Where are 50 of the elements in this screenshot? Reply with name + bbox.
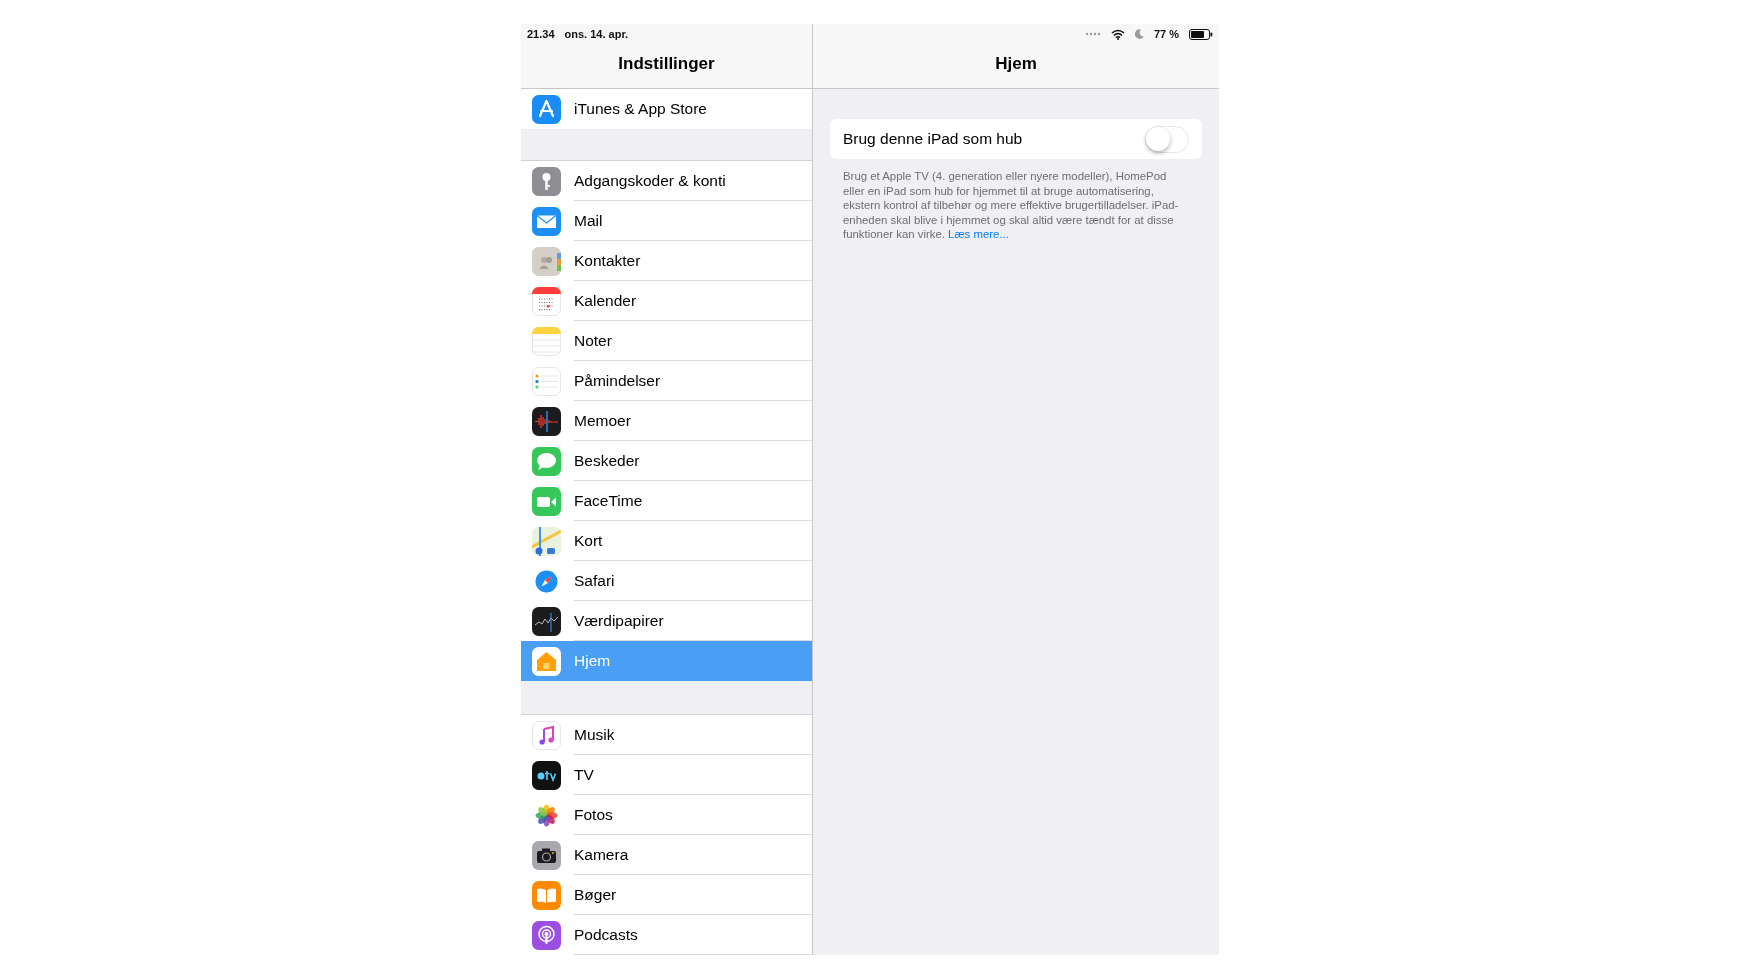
- map-icon: [532, 526, 561, 556]
- settings-item[interactable]: Podcasts: [521, 915, 812, 955]
- status-time: 21.34: [527, 28, 555, 40]
- battery-percent: 77 %: [1153, 28, 1179, 40]
- footer-text: Brug et Apple TV (4. generation eller nyere modeller), HomePod eller en iPad som hub for hjemmet til at bruge automatisering, ekstern kontrol af tilbehør og mere effektive brugertilladelser. iPad-enheden skal blive i hjemmet og skal altid være tændt for at disse funktioner kan virke. Læs mere...: [843, 169, 1180, 242]
- status-date: ons. 14. apr.: [564, 28, 629, 40]
- settings-item[interactable]: Adgangskoder & konti: [521, 161, 812, 201]
- book-icon: [532, 880, 561, 910]
- settings-item[interactable]: Værdipapirer: [521, 601, 812, 641]
- signal-icon: [1084, 32, 1101, 36]
- settings-item[interactable]: Kort: [521, 521, 812, 561]
- read-more-link[interactable]: Læs mere...: [948, 228, 1009, 241]
- camera-icon: [532, 840, 561, 870]
- detail-title: Hjem: [995, 54, 1037, 74]
- settings-item[interactable]: TV: [521, 755, 812, 795]
- house-icon: [532, 646, 561, 676]
- toggle-switch[interactable]: [1145, 125, 1189, 153]
- moon-icon: [1134, 29, 1144, 39]
- settings-item[interactable]: iTunes & App Store: [521, 89, 812, 129]
- stock-chart-icon: [532, 606, 561, 636]
- sidebar-title: Indstillinger: [618, 54, 715, 74]
- battery-icon: [1189, 28, 1213, 40]
- settings-item[interactable]: Memoer: [521, 401, 812, 441]
- waveform-icon: [532, 406, 561, 436]
- wifi-icon: [1110, 28, 1125, 40]
- calendar-icon: [532, 286, 561, 316]
- envelope-icon: [532, 206, 561, 236]
- key-icon: [532, 166, 561, 196]
- settings-item[interactable]: Fotos: [521, 795, 812, 835]
- settings-item[interactable]: Påmindelser: [521, 361, 812, 401]
- speech-bubble-icon: [532, 446, 561, 476]
- notes-icon: [532, 326, 561, 356]
- settings-item[interactable]: Bøger: [521, 875, 812, 915]
- settings-item[interactable]: FaceTime: [521, 481, 812, 521]
- settings-item[interactable]: Mail: [521, 201, 812, 241]
- video-camera-icon: [532, 486, 561, 516]
- settings-item[interactable]: Beskeder: [521, 441, 812, 481]
- settings-item[interactable]: Kamera: [521, 835, 812, 875]
- settings-item[interactable]: Noter: [521, 321, 812, 361]
- tv-icon: [532, 760, 561, 790]
- setting-label: Brug denne iPad som hub: [843, 130, 1023, 148]
- settings-item[interactable]: Musik: [521, 715, 812, 755]
- podcast-icon: [532, 920, 561, 950]
- music-note-icon: [532, 720, 561, 750]
- settings-item[interactable]: Safari: [521, 561, 812, 601]
- contacts-icon: [532, 246, 561, 276]
- list-icon: [532, 366, 561, 396]
- settings-item[interactable]: Kontakter: [521, 241, 812, 281]
- app-store-icon: [532, 94, 561, 124]
- settings-item[interactable]: Kalender: [521, 281, 812, 321]
